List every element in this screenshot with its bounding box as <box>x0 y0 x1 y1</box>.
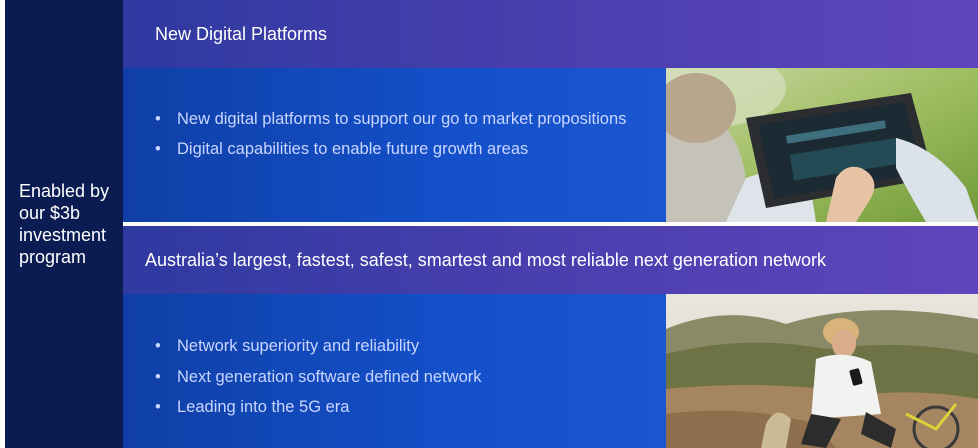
sidebar-label: Enabled by our $3b investment program <box>5 180 119 268</box>
section-title: New Digital Platforms <box>155 23 328 44</box>
cyclist-phone-photo-icon <box>666 294 978 448</box>
list-item: • Next generation software defined netwo… <box>153 362 482 393</box>
bullet-icon: • <box>155 110 161 128</box>
bullet-icon: • <box>155 337 161 355</box>
list-item: • New digital platforms to support our g… <box>153 104 626 134</box>
sidebar-label-line: investment <box>19 225 107 245</box>
list-item: • Network superiority and reliability <box>153 331 482 362</box>
bullet-text: New digital platforms to support our go … <box>177 110 627 128</box>
list-item: • Digital capabilities to enable future … <box>153 134 626 164</box>
bullet-list: • New digital platforms to support our g… <box>153 104 626 164</box>
bullet-icon: • <box>155 398 161 416</box>
section-body-digital: • New digital platforms to support our g… <box>123 68 666 222</box>
bullet-text: Network superiority and reliability <box>177 337 420 355</box>
section-header-network: Australia’s largest, fastest, safest, sm… <box>123 226 978 294</box>
tablet-photo-graphic <box>666 68 978 222</box>
bullet-text: Next generation software defined network <box>177 367 482 386</box>
sidebar-label-line: Enabled by <box>19 181 110 201</box>
bullet-text: Digital capabilities to enable future gr… <box>177 140 529 158</box>
bullet-icon: • <box>155 140 161 158</box>
bullet-list: • Network superiority and reliability • … <box>153 331 482 423</box>
sidebar-label-line: our $3b <box>19 203 81 223</box>
sidebar-panel: Enabled by our $3b investment program <box>5 0 123 448</box>
sidebar-label-line: program <box>19 247 87 267</box>
list-item: • Leading into the 5G era <box>153 392 482 423</box>
section-body-network: • Network superiority and reliability • … <box>123 294 666 448</box>
bullet-icon: • <box>155 367 161 386</box>
bullet-text: Leading into the 5G era <box>177 398 350 416</box>
section-header-digital: New Digital Platforms <box>123 0 978 68</box>
cyclist-photo-graphic <box>666 294 978 448</box>
section-title: Australia’s largest, fastest, safest, sm… <box>145 249 826 270</box>
tablet-photo-icon <box>666 68 978 222</box>
